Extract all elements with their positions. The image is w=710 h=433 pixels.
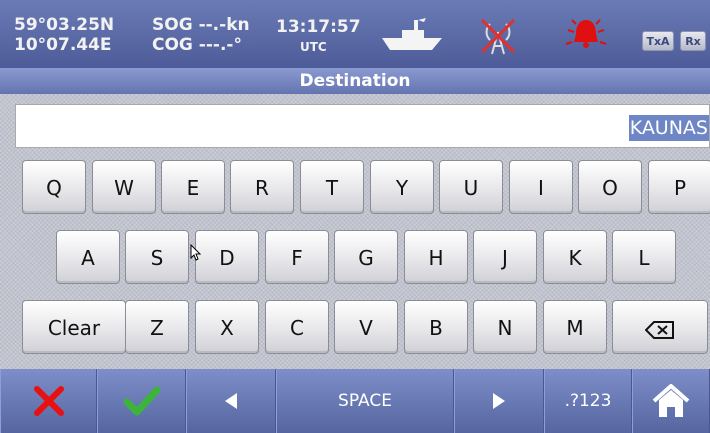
key-y[interactable]: Y <box>370 160 434 214</box>
position-readout: 59°03.25N 10°07.44E <box>14 15 114 55</box>
cancel-icon <box>33 386 64 416</box>
cursor-right-button[interactable] <box>454 369 544 433</box>
key-e[interactable]: E <box>161 160 225 214</box>
key-h[interactable]: H <box>404 230 468 284</box>
key-a[interactable]: A <box>56 230 120 284</box>
key-l[interactable]: L <box>612 230 676 284</box>
destination-input-value: KAUNAS <box>628 115 709 141</box>
key-g[interactable]: G <box>334 230 398 284</box>
key-z[interactable]: Z <box>125 300 189 354</box>
cursor-left-button[interactable] <box>186 369 276 433</box>
cog: COG ---.-° <box>152 35 242 55</box>
clock-time: 13:17:57 <box>276 17 361 37</box>
key-d[interactable]: D <box>195 230 259 284</box>
destination-input[interactable]: KAUNAS <box>15 104 710 148</box>
bottom-toolbar: SPACE .?123 <box>0 369 710 433</box>
key-v[interactable]: V <box>334 300 398 354</box>
space-button[interactable]: SPACE <box>276 369 454 433</box>
txa-button[interactable]: TxA <box>642 31 674 51</box>
key-i[interactable]: I <box>509 160 573 214</box>
key-s[interactable]: S <box>125 230 189 284</box>
longitude: 10°07.44E <box>14 35 112 55</box>
key-j[interactable]: J <box>473 230 537 284</box>
ship-icon <box>380 16 444 56</box>
key-f[interactable]: F <box>265 230 329 284</box>
backspace-icon <box>644 320 674 339</box>
keyboard-panel: KAUNAS Q W E R T Y U I O P A S D F G H J… <box>0 94 710 369</box>
key-t[interactable]: T <box>300 160 364 214</box>
rx-button[interactable]: Rx <box>680 31 706 51</box>
key-b[interactable]: B <box>404 300 468 354</box>
key-q[interactable]: Q <box>22 160 86 214</box>
sog: SOG --.-kn <box>152 15 250 35</box>
key-o[interactable]: O <box>578 160 642 214</box>
key-w[interactable]: W <box>92 160 156 214</box>
page-title: Destination <box>0 68 710 94</box>
home-icon <box>652 384 690 417</box>
status-bar: 59°03.25N 10°07.44E SOG --.-kn COG ---.-… <box>0 0 710 68</box>
arrow-right-icon <box>493 393 505 409</box>
key-n[interactable]: N <box>473 300 537 354</box>
key-c[interactable]: C <box>265 300 329 354</box>
clear-button[interactable]: Clear <box>22 300 126 354</box>
home-button[interactable] <box>632 369 710 433</box>
key-k[interactable]: K <box>543 230 607 284</box>
latitude: 59°03.25N <box>14 15 115 35</box>
no-antenna-icon <box>478 16 518 60</box>
key-u[interactable]: U <box>439 160 503 214</box>
key-r[interactable]: R <box>230 160 294 214</box>
confirm-button[interactable] <box>97 369 186 433</box>
backspace-button[interactable] <box>612 300 708 354</box>
arrow-left-icon <box>225 393 237 409</box>
key-p[interactable]: P <box>648 160 710 214</box>
confirm-icon <box>123 386 160 416</box>
clock-timezone: UTC <box>300 40 327 54</box>
key-x[interactable]: X <box>195 300 259 354</box>
symbols-button[interactable]: .?123 <box>544 369 632 433</box>
mouse-pointer-icon <box>190 243 202 266</box>
alarm-bell-icon[interactable] <box>564 14 608 58</box>
cancel-button[interactable] <box>0 369 97 433</box>
key-m[interactable]: M <box>543 300 607 354</box>
speed-course-readout: SOG --.-kn COG ---.-° <box>152 15 250 55</box>
